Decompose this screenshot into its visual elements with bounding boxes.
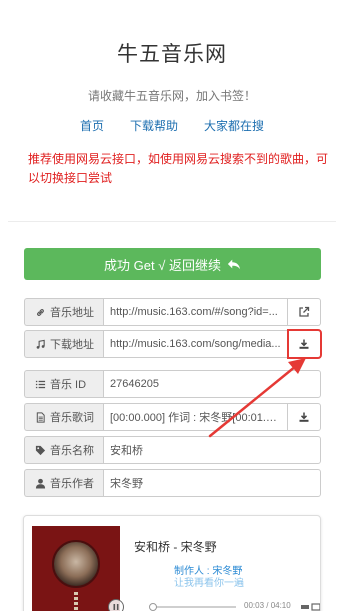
music-author-input[interactable]: 宋冬野	[103, 469, 321, 497]
success-button-label: 成功 Get √ 返回继续	[104, 257, 221, 273]
lyrics-row: 音乐歌词 [00:00.000] 作词 : 宋冬野[00:01.00...	[24, 403, 321, 431]
album-cover	[32, 526, 120, 611]
list-ol-icon	[35, 380, 46, 388]
progress-knob[interactable]	[149, 603, 157, 611]
music-player: 安和桥 - 宋冬野 制作人 : 宋冬野 让我再看你一遍 00:03 / 04:1…	[23, 515, 321, 611]
music-id-label: 音乐 ID	[24, 370, 103, 398]
top-nav: 首页 下载帮助 大家都在搜	[0, 117, 344, 134]
music-id-row: 音乐 ID 27646205	[24, 370, 321, 398]
site-subtitle: 请收藏牛五音乐网，加入书签！	[87, 89, 256, 103]
loop-icon[interactable]	[311, 602, 321, 611]
music-id-input[interactable]: 27646205	[103, 370, 321, 398]
music-name-label: 音乐名称	[24, 436, 103, 464]
lyrics-label: 音乐歌词	[24, 403, 103, 431]
music-url-row: 音乐地址 http://music.163.com/#/song?id=...	[24, 298, 321, 326]
pause-button[interactable]	[108, 599, 124, 611]
player-song-title: 安和桥 - 宋冬野	[134, 540, 217, 554]
nav-download-help-link[interactable]: 下载帮助	[130, 117, 178, 134]
interface-notice: 推荐使用网易云接口，如使用网易云搜索不到的歌曲，可以切换接口尝试	[28, 152, 329, 185]
download-url-label: 下载地址	[24, 330, 103, 358]
player-controls: 00:03 / 04:10	[108, 599, 321, 611]
download-url-input[interactable]: http://music.163.com/song/media...	[103, 330, 288, 358]
download-url-row: 下载地址 http://music.163.com/song/media...	[24, 329, 322, 359]
site-title: 牛五音乐网	[117, 43, 227, 66]
external-link-icon	[299, 306, 310, 317]
reply-icon	[227, 259, 241, 270]
cover-vertical-text	[74, 592, 78, 611]
nav-popular-search-link[interactable]: 大家都在搜	[204, 117, 264, 134]
progress-track[interactable]	[149, 603, 236, 611]
music-note-icon	[36, 339, 45, 349]
download-button[interactable]	[287, 329, 322, 359]
lyrics-input[interactable]: [00:00.000] 作词 : 宋冬野[00:01.00...	[103, 403, 288, 431]
music-url-label: 音乐地址	[24, 298, 103, 326]
music-name-row: 音乐名称 安和桥	[24, 436, 321, 464]
pause-icon	[113, 604, 119, 610]
file-text-icon	[36, 411, 45, 423]
user-icon	[35, 478, 46, 489]
player-lyric-current: 制作人 : 宋冬野	[174, 566, 243, 577]
player-time: 00:03 / 04:10	[244, 601, 291, 610]
open-external-button[interactable]	[288, 298, 321, 326]
music-author-label: 音乐作者	[24, 469, 103, 497]
volume-icon[interactable]	[300, 602, 310, 611]
link-icon	[37, 308, 44, 316]
music-name-input[interactable]: 安和桥	[103, 436, 321, 464]
tag-icon	[35, 445, 46, 455]
success-return-button[interactable]: 成功 Get √ 返回继续	[24, 248, 321, 280]
music-author-row: 音乐作者 宋冬野	[24, 469, 321, 497]
download-icon	[299, 339, 309, 349]
divider	[8, 221, 336, 222]
music-url-input[interactable]: http://music.163.com/#/song?id=...	[103, 298, 288, 326]
cover-photo	[52, 540, 100, 588]
download-icon	[299, 412, 309, 422]
nav-home-link[interactable]: 首页	[80, 117, 104, 134]
download-lyrics-button[interactable]	[288, 403, 321, 431]
player-lyric-next: 让我再看你一遍	[174, 578, 244, 589]
